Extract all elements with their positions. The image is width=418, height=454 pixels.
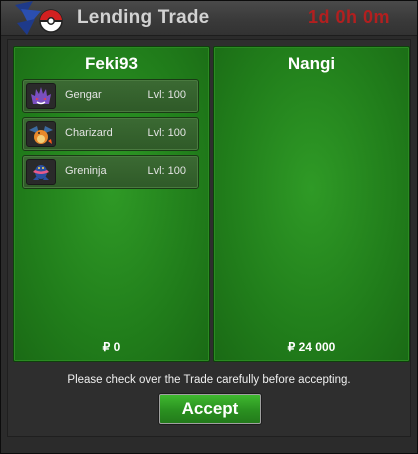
pokemon-name: Charizard <box>65 127 113 139</box>
title-bar[interactable]: Lending Trade 1d 0h 0m <box>1 1 417 36</box>
trade-panel-nangi: Nangi ₽ 24 000 <box>213 46 410 362</box>
window-title: Lending Trade <box>77 7 210 28</box>
money-offer: ₽ 0 <box>102 340 121 354</box>
lending-trade-window: Lending Trade 1d 0h 0m Feki93 Gengar Lvl… <box>0 0 418 454</box>
pokemon-level: Lvl: 100 <box>147 127 186 139</box>
charizard-sprite-icon <box>26 121 56 147</box>
pokemon-level: Lvl: 100 <box>147 89 186 101</box>
pokemon-name: Greninja <box>65 165 107 177</box>
pokeball-logo-icon <box>15 1 63 35</box>
money-offer: ₽ 24 000 <box>287 340 336 354</box>
pokemon-level: Lvl: 100 <box>147 165 186 177</box>
trade-panel-feki93: Feki93 Gengar Lvl: 100 Charizard Lvl: 10… <box>13 46 210 362</box>
pokemon-row-charizard[interactable]: Charizard Lvl: 100 <box>22 117 199 151</box>
trade-notice: Please check over the Trade carefully be… <box>67 374 351 386</box>
gengar-sprite-icon <box>26 83 56 109</box>
pokemon-row-gengar[interactable]: Gengar Lvl: 100 <box>22 79 199 113</box>
pokemon-row-greninja[interactable]: Greninja Lvl: 100 <box>22 155 199 189</box>
trade-timer: 1d 0h 0m <box>307 7 390 27</box>
accept-button[interactable]: Accept <box>159 394 261 424</box>
trader-name: Nangi <box>287 54 336 73</box>
pokemon-name: Gengar <box>65 89 102 101</box>
greninja-sprite-icon <box>26 159 56 185</box>
pokemon-list: Gengar Lvl: 100 Charizard Lvl: 100 Greni… <box>22 79 199 193</box>
trader-name: Feki93 <box>85 54 138 73</box>
trade-content: Feki93 Gengar Lvl: 100 Charizard Lvl: 10… <box>7 39 411 437</box>
